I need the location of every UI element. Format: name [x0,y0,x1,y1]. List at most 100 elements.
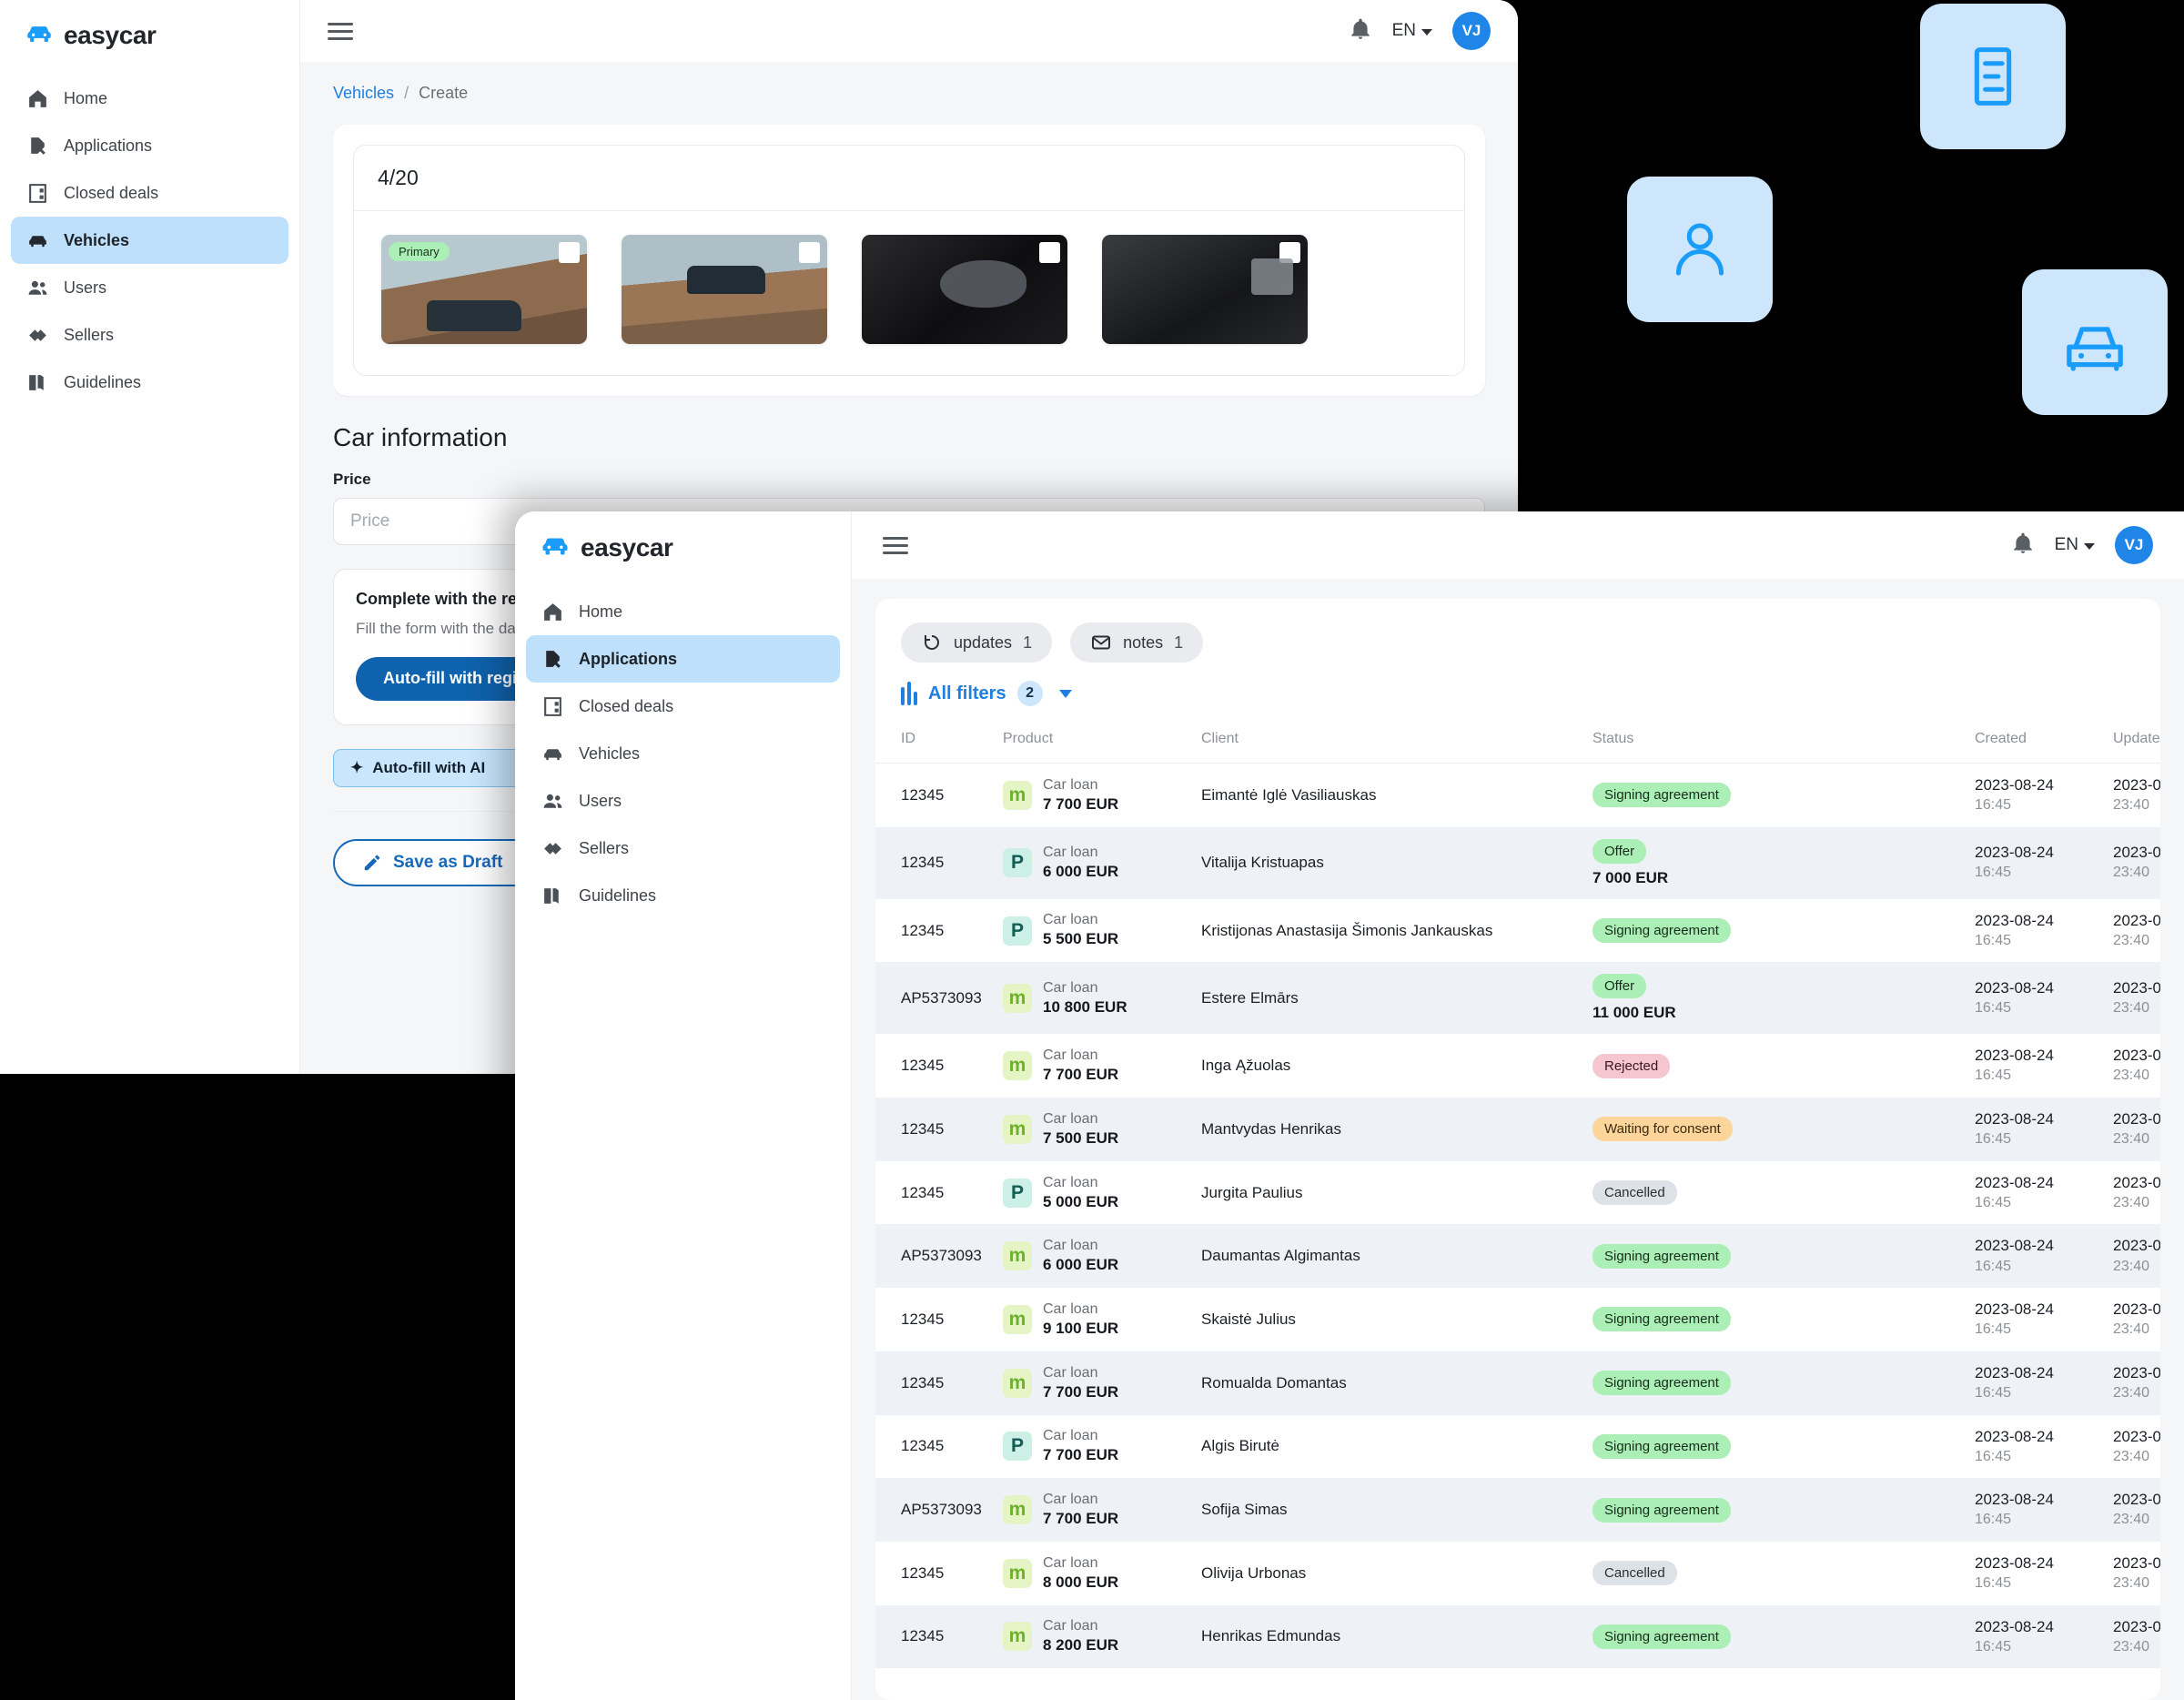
updated-date: 2023-08-24 [2113,844,2160,862]
avatar[interactable]: VJ [2115,526,2153,564]
brand-logo[interactable]: easycar [515,511,851,588]
table-row[interactable]: 12345 P Car loan 5 000 EUR Jurgita Paulius Ca… [875,1161,2160,1225]
photo-thumbnail[interactable] [862,235,1067,344]
sidebar-item-applications[interactable]: Applications [526,635,840,683]
status-badge: Cancelled [1592,1180,1677,1206]
sidebar-item-closed-deals[interactable]: Closed deals [526,683,840,730]
applications-icon [25,134,49,157]
sidebar-item-home[interactable]: Home [526,588,840,635]
table-row[interactable]: AP5373093 m Car loan 6 000 EUR Daumantas Alg… [875,1224,2160,1289]
column-header-created[interactable]: Created [1964,721,2102,764]
hamburger-icon[interactable] [328,22,353,40]
column-header-updated[interactable]: Updated↓ [2102,721,2160,764]
table-row[interactable]: AP5373093 m Car loan 7 700 EUR Sofija Simas S… [875,1478,2160,1542]
save-draft-label: Save as Draft [393,852,503,872]
hamburger-icon[interactable] [883,536,908,554]
created-date: 2023-08-24 [1975,1047,2054,1065]
table-row[interactable]: 12345 m Car loan 8 000 EUR Olivija Urbonas Ca… [875,1542,2160,1605]
language-selector[interactable]: EN [1392,21,1432,41]
sidebar-item-users[interactable]: Users [526,777,840,825]
column-header-client[interactable]: Client [1190,721,1582,764]
table-row[interactable]: 12345 m Car loan 9 100 EUR Skaistė Julius Sig… [875,1288,2160,1351]
product-name: Car loan [1043,776,1098,793]
column-header-status[interactable]: Status [1582,721,1964,764]
table-row[interactable]: 12345 P Car loan 7 700 EUR Algis Birutė Signi… [875,1415,2160,1479]
cell-product: m Car loan 7 700 EUR [992,1478,1190,1542]
photos-card: 4/20 Primary [333,125,1485,396]
sidebar-item-sellers[interactable]: Sellers [11,311,288,359]
cell-status: Signing agreement [1582,1478,1964,1542]
photo-thumbnail[interactable] [622,235,827,344]
sidebar-item-home[interactable]: Home [11,75,288,122]
all-filters-toggle[interactable]: All filters 2 [875,663,2160,721]
product-brand-icon: P [1003,848,1032,878]
car-front-icon [2022,269,2168,415]
cell-status: Cancelled [1582,1542,1964,1605]
bell-icon[interactable] [2011,531,2035,560]
updated-date: 2023-08-24 [2113,1491,2160,1509]
photo-checkbox[interactable] [559,242,580,263]
table-row[interactable]: 12345 P Car loan 6 000 EUR Vitalija Kristuap… [875,826,2160,899]
product-name: Car loan [1043,1110,1098,1127]
updated-date: 2023-08-24 [2113,911,2160,929]
breadcrumb-parent[interactable]: Vehicles [333,84,394,102]
sparkle-icon: ✦ [350,758,364,776]
cell-created: 2023-08-24 16:45 [1964,1415,2102,1479]
sidebar-item-closed-deals[interactable]: Closed deals [11,169,288,217]
photo-checkbox[interactable] [1279,242,1300,263]
all-filters-label: All filters [928,683,1006,703]
cell-status: Signing agreement [1582,1224,1964,1288]
sidebar-item-guidelines[interactable]: Guidelines [11,359,288,406]
product-brand-icon: m [1003,1051,1032,1081]
updated-date: 2023-08-24 [2113,979,2160,997]
language-selector[interactable]: EN [2055,535,2095,555]
client-name: Romualda Domantas [1201,1373,1347,1391]
cell-id: 12345 [875,1542,992,1605]
cell-status: Waiting for consent [1582,1098,1964,1161]
client-name: Inga Ąžuolas [1201,1057,1291,1075]
cell-product: P Car loan 5 000 EUR [992,1161,1190,1225]
bell-icon[interactable] [1349,17,1372,46]
users-icon [541,789,564,813]
cell-id: 12345 [875,1098,992,1161]
sidebar-item-label: Guidelines [64,372,142,391]
status-badge: Signing agreement [1592,1243,1731,1269]
brand-logo[interactable]: easycar [0,0,299,75]
table-row[interactable]: AP5373093 m Car loan 10 800 EUR Estere Elmār… [875,962,2160,1035]
product-brand-icon: P [1003,1178,1032,1208]
avatar[interactable]: VJ [1452,12,1491,50]
table-row[interactable]: 12345 m Car loan 7 700 EUR Romualda Domantas… [875,1351,2160,1415]
sidebar-item-vehicles[interactable]: Vehicles [526,730,840,777]
updates-chip[interactable]: updates 1 [901,622,1053,663]
filters-icon [901,682,917,705]
updated-date: 2023-08-24 [2113,1300,2160,1319]
table-row[interactable]: 12345 m Car loan 8 200 EUR Henrikas Edmundas… [875,1604,2160,1669]
cell-id: AP5373093 [875,1224,992,1288]
cell-client: Vitalija Kristuapas [1190,827,1582,899]
sidebar-item-guidelines[interactable]: Guidelines [526,872,840,919]
table-row[interactable]: 12345 m Car loan 7 500 EUR Mantvydas Henrika… [875,1098,2160,1161]
product-amount: 7 700 EUR [1043,1446,1119,1464]
column-header-product[interactable]: Product [992,721,1190,764]
photo-thumbnail[interactable]: Primary [381,235,587,344]
sidebar-item-applications[interactable]: Applications [11,122,288,169]
product-brand-icon: m [1003,1622,1032,1652]
table-row[interactable]: 12345 P Car loan 5 500 EUR Kristijonas Anast… [875,899,2160,963]
photo-checkbox[interactable] [1039,242,1060,263]
table-row[interactable]: 12345 m Car loan 7 700 EUR Eimantė Iglė Vasi… [875,764,2160,827]
created-time: 16:45 [1975,865,2012,881]
column-header-id[interactable]: ID [875,721,992,764]
cell-client: Romualda Domantas [1190,1351,1582,1415]
notes-chip[interactable]: notes 1 [1070,622,1204,663]
sidebar-item-users[interactable]: Users [11,264,288,311]
sidebar-item-sellers[interactable]: Sellers [526,825,840,872]
created-date: 2023-08-24 [1975,1363,2054,1381]
product-name: Car loan [1043,979,1098,996]
photo-checkbox[interactable] [799,242,820,263]
photo-thumbnail[interactable] [1102,235,1308,344]
quick-filter-chips: updates 1 notes 1 [875,599,2160,663]
table-row[interactable]: 12345 m Car loan 7 700 EUR Inga Ąžuolas Rejec… [875,1034,2160,1098]
cell-updated: 2023-08-24 23:40 [2102,1605,2160,1669]
sidebar-item-vehicles[interactable]: Vehicles [11,217,288,264]
updated-date: 2023-08-24 [2113,1173,2160,1191]
